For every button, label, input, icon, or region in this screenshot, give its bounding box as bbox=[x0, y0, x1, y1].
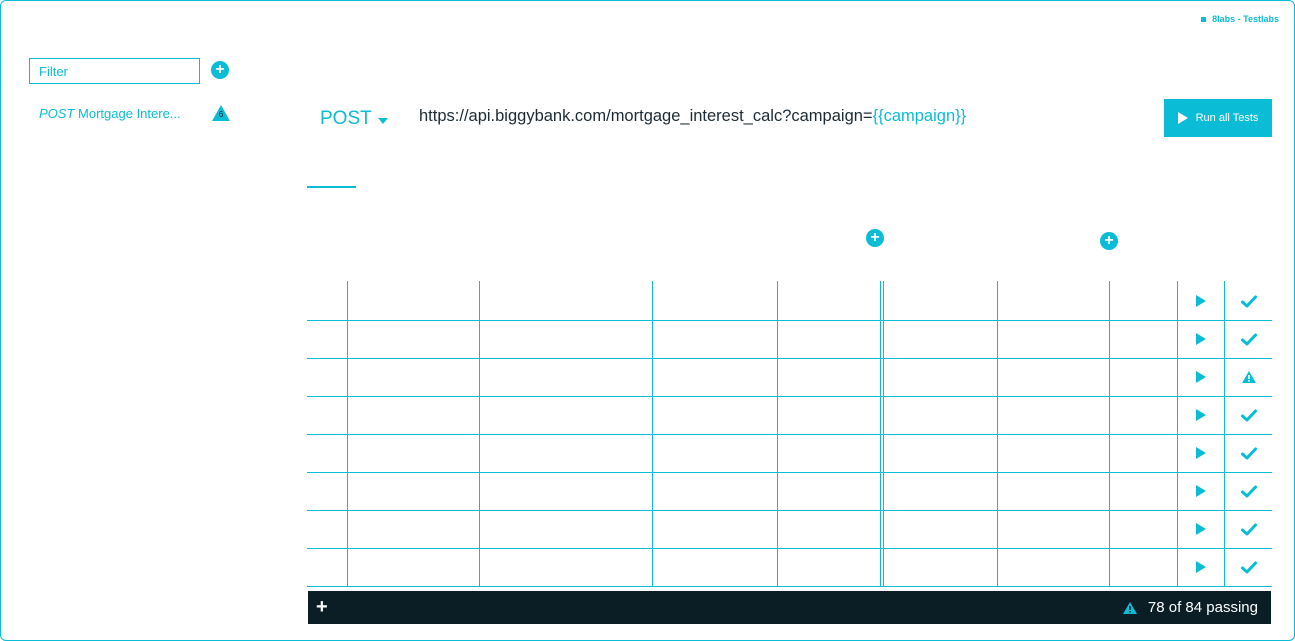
sidebar-item-mortgage[interactable]: POST Mortgage Intere... bbox=[39, 106, 181, 121]
method-label: POST bbox=[320, 108, 372, 129]
check-icon bbox=[1225, 396, 1272, 434]
add-column-button[interactable]: + bbox=[866, 229, 884, 247]
filter-input[interactable] bbox=[29, 58, 200, 84]
brand-name: 8labs - Testlabs bbox=[1212, 14, 1279, 24]
chevron-down-icon bbox=[377, 117, 388, 124]
run-test-button[interactable] bbox=[1178, 472, 1224, 510]
table-row bbox=[307, 510, 1272, 548]
run-test-button[interactable] bbox=[1178, 548, 1224, 586]
check-icon bbox=[1225, 320, 1272, 358]
plus-circle-icon: + bbox=[1104, 232, 1114, 249]
run-test-button[interactable] bbox=[1178, 396, 1224, 434]
add-test-button[interactable]: + bbox=[316, 597, 328, 617]
play-icon bbox=[1196, 371, 1206, 383]
table-row bbox=[307, 548, 1272, 586]
play-icon bbox=[1196, 561, 1206, 573]
warning-icon bbox=[1122, 601, 1137, 614]
run-all-tests-button[interactable]: Run all Tests bbox=[1164, 99, 1272, 137]
run-all-tests-label: Run all Tests bbox=[1195, 112, 1259, 124]
table-row bbox=[307, 472, 1272, 510]
table-row bbox=[307, 396, 1272, 434]
play-icon bbox=[1196, 409, 1206, 421]
brand: 8labs - Testlabs bbox=[1201, 14, 1279, 24]
tests-table bbox=[307, 281, 1272, 587]
footer-bar: + 78 of 84 passing bbox=[308, 591, 1271, 624]
passing-status: 78 of 84 passing bbox=[1122, 599, 1258, 616]
add-request-button[interactable]: + bbox=[211, 61, 229, 79]
run-test-button[interactable] bbox=[1178, 282, 1224, 320]
passing-text: 78 of 84 passing bbox=[1147, 599, 1258, 616]
check-icon bbox=[1225, 510, 1272, 548]
run-test-button[interactable] bbox=[1178, 434, 1224, 472]
square-icon bbox=[1201, 16, 1207, 22]
check-icon bbox=[1225, 282, 1272, 320]
plus-circle-icon: + bbox=[215, 61, 225, 78]
url-base: https://api.biggybank.com/mortgage_inter… bbox=[419, 107, 873, 125]
run-test-button[interactable] bbox=[1178, 358, 1224, 396]
table-row bbox=[307, 282, 1272, 320]
tab-active-indicator[interactable] bbox=[307, 186, 356, 188]
sidebar-item-method: POST bbox=[39, 106, 75, 121]
warning-icon: 6 bbox=[211, 104, 231, 122]
play-icon bbox=[1196, 523, 1206, 535]
table-row bbox=[307, 358, 1272, 396]
method-select[interactable]: POST bbox=[320, 108, 388, 130]
run-test-button[interactable] bbox=[1178, 510, 1224, 548]
sidebar-item-label: Mortgage Intere... bbox=[78, 106, 181, 121]
row-divider bbox=[307, 586, 1272, 587]
warning-count: 6 bbox=[218, 110, 224, 119]
check-icon bbox=[1225, 434, 1272, 472]
plus-circle-icon: + bbox=[870, 229, 880, 246]
check-icon bbox=[1225, 548, 1272, 586]
warning-icon bbox=[1225, 358, 1272, 396]
plus-icon: + bbox=[316, 596, 328, 618]
url-variable: {{campaign}} bbox=[872, 107, 967, 125]
check-icon bbox=[1225, 472, 1272, 510]
play-icon bbox=[1177, 112, 1188, 124]
url-field[interactable]: https://api.biggybank.com/mortgage_inter… bbox=[419, 107, 966, 126]
table-row bbox=[307, 320, 1272, 358]
play-icon bbox=[1196, 333, 1206, 345]
table-row bbox=[307, 434, 1272, 472]
play-icon bbox=[1196, 485, 1206, 497]
add-column-button[interactable]: + bbox=[1100, 232, 1118, 250]
play-icon bbox=[1196, 295, 1206, 307]
play-icon bbox=[1196, 447, 1206, 459]
run-test-button[interactable] bbox=[1178, 320, 1224, 358]
